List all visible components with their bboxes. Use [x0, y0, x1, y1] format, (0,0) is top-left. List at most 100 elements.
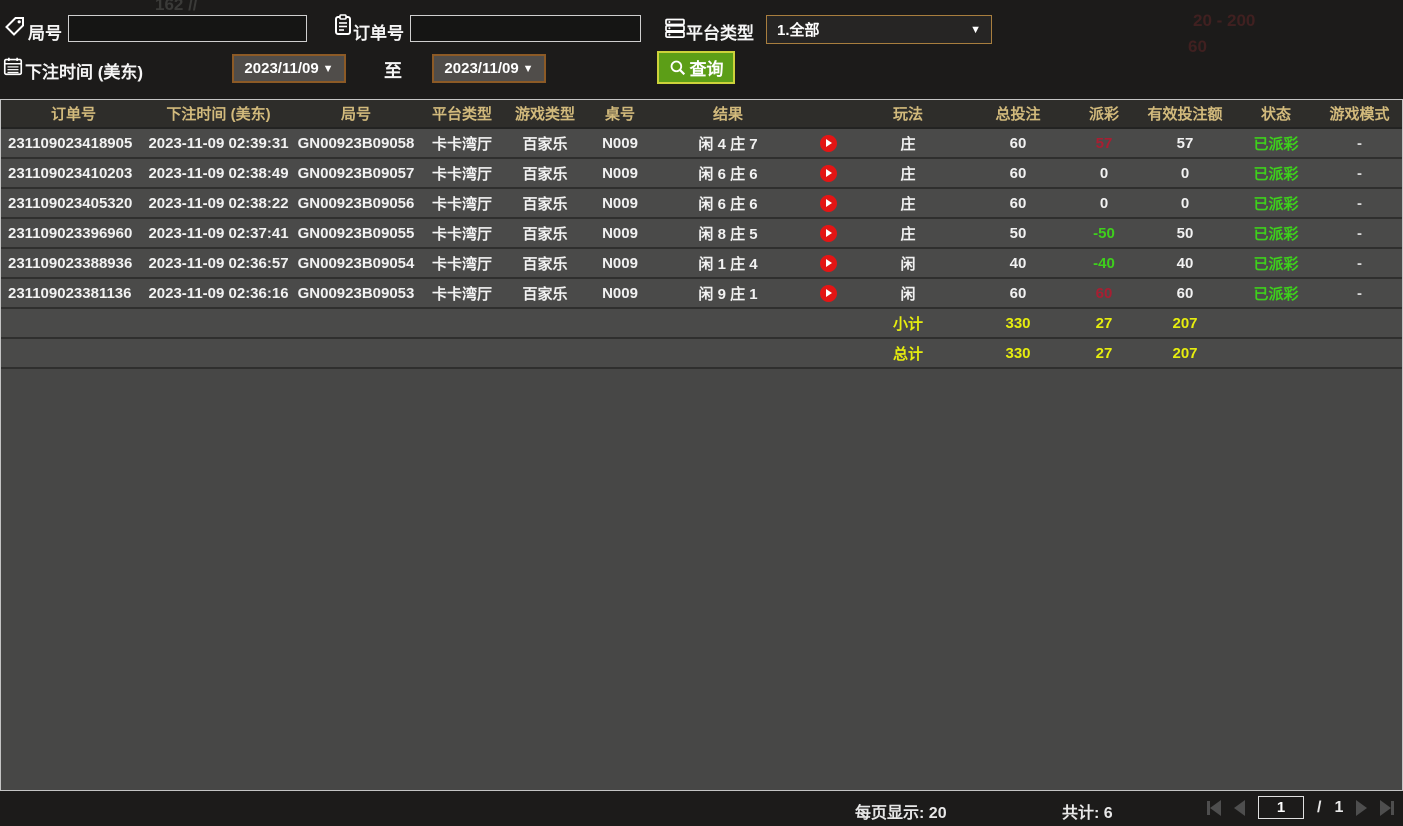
- cell-valid-bet: 0: [1135, 158, 1235, 189]
- play-video-icon[interactable]: [819, 194, 837, 212]
- background-limit-range: 20 - 200: [1193, 11, 1256, 30]
- cell-table-no: N009: [587, 278, 653, 309]
- background-watermark: 162 //: [155, 0, 198, 14]
- platform-select[interactable]: 1.全部 ▼: [766, 15, 992, 44]
- chevron-down-icon: ▼: [522, 62, 534, 75]
- order-input[interactable]: [410, 15, 641, 42]
- cell-video: [803, 278, 853, 309]
- cell-status: 已派彩: [1235, 188, 1317, 219]
- cell-payout: 0: [1073, 158, 1135, 189]
- cell-platform: 卡卡湾厅: [421, 188, 503, 219]
- cell-round-no: GN00923B09054: [291, 248, 421, 279]
- col-order-no: 订单号: [1, 100, 146, 129]
- subtotal-row: 小计 330 27 207: [1, 308, 1402, 339]
- grand-total-payout: 27: [1073, 338, 1135, 369]
- cell-order-no: 231109023405320: [1, 188, 146, 219]
- prev-page-button[interactable]: [1232, 798, 1247, 818]
- cell-total-bet: 50: [963, 218, 1073, 249]
- cell-status: 已派彩: [1235, 128, 1317, 159]
- date-from-picker[interactable]: 2023/11/09 ▼: [232, 54, 346, 83]
- bet-time-label: 下注时间 (美东): [25, 63, 144, 82]
- platform-selected-value: 1.全部: [777, 22, 820, 39]
- total-count-value: 6: [1103, 805, 1113, 822]
- cell-bet-time: 2023-11-09 02:37:41: [146, 218, 291, 249]
- first-page-button[interactable]: [1205, 798, 1223, 818]
- cell-game-type: 百家乐: [503, 278, 587, 309]
- cell-game-type: 百家乐: [503, 128, 587, 159]
- col-game-type: 游戏类型: [503, 100, 587, 129]
- cell-total-bet: 40: [963, 248, 1073, 279]
- cell-platform: 卡卡湾厅: [421, 248, 503, 279]
- play-video-icon[interactable]: [819, 284, 837, 302]
- col-total-bet: 总投注: [963, 100, 1073, 129]
- per-page-label: 每页显示:: [855, 805, 925, 822]
- grand-total-label: 总计: [853, 338, 963, 369]
- records-table: 订单号 下注时间 (美东) 局号 平台类型 游戏类型 桌号 结果 玩法 总投注 …: [0, 99, 1403, 791]
- cell-platform: 卡卡湾厅: [421, 158, 503, 189]
- cell-status: 已派彩: [1235, 218, 1317, 249]
- cell-video: [803, 248, 853, 279]
- cell-order-no: 231109023388936: [1, 248, 146, 279]
- cell-game-type: 百家乐: [503, 188, 587, 219]
- cell-round-no: GN00923B09053: [291, 278, 421, 309]
- table-row: 231109023405320 2023-11-09 02:38:22 GN00…: [1, 188, 1402, 219]
- query-button-label: 查询: [689, 60, 724, 79]
- server-icon: [663, 16, 687, 40]
- round-input[interactable]: [68, 15, 307, 42]
- cell-result: 闲 4 庄 7: [653, 128, 803, 159]
- play-video-icon[interactable]: [819, 254, 837, 272]
- col-valid-bet: 有效投注额: [1135, 100, 1235, 129]
- cell-video: [803, 158, 853, 189]
- cell-result: 闲 1 庄 4: [653, 248, 803, 279]
- date-to-value: 2023/11/09: [444, 60, 519, 77]
- page-separator: /: [1317, 798, 1322, 816]
- cell-video: [803, 188, 853, 219]
- cell-round-no: GN00923B09056: [291, 188, 421, 219]
- cell-play: 闲: [853, 248, 963, 279]
- order-label: 订单号: [353, 24, 404, 43]
- col-bet-time: 下注时间 (美东): [146, 100, 291, 129]
- per-page-value: 20: [928, 805, 947, 822]
- cell-play: 庄: [853, 218, 963, 249]
- cell-payout: 60: [1073, 278, 1135, 309]
- cell-play: 闲: [853, 278, 963, 309]
- pager: / 1: [1205, 796, 1396, 819]
- subtotal-payout: 27: [1073, 308, 1135, 339]
- subtotal-total-bet: 330: [963, 308, 1073, 339]
- cell-play: 庄: [853, 128, 963, 159]
- next-page-button[interactable]: [1354, 798, 1369, 818]
- table-totals: 小计 330 27 207 总计 330 27 207: [1, 308, 1402, 369]
- cell-status: 已派彩: [1235, 158, 1317, 189]
- cell-payout: 57: [1073, 128, 1135, 159]
- table-row: 231109023388936 2023-11-09 02:36:57 GN00…: [1, 248, 1402, 279]
- col-play: 玩法: [853, 100, 963, 129]
- grand-total-row: 总计 330 27 207: [1, 338, 1402, 369]
- cell-game-mode: -: [1317, 158, 1402, 189]
- subtotal-valid-bet: 207: [1135, 308, 1235, 339]
- per-page-text: 每页显示: 20: [855, 799, 947, 823]
- col-game-mode: 游戏模式: [1317, 100, 1402, 129]
- last-page-button[interactable]: [1378, 798, 1396, 818]
- platform-label: 平台类型: [686, 24, 754, 43]
- clipboard-icon: [331, 13, 355, 37]
- date-to-picker[interactable]: 2023/11/09 ▼: [432, 54, 546, 83]
- query-button[interactable]: 查询: [657, 51, 735, 84]
- cell-bet-time: 2023-11-09 02:36:16: [146, 278, 291, 309]
- cell-status: 已派彩: [1235, 248, 1317, 279]
- play-video-icon[interactable]: [819, 134, 837, 152]
- play-video-icon[interactable]: [819, 224, 837, 242]
- col-result: 结果: [653, 100, 803, 129]
- to-label: 至: [384, 61, 402, 81]
- cell-bet-time: 2023-11-09 02:39:31: [146, 128, 291, 159]
- cell-round-no: GN00923B09058: [291, 128, 421, 159]
- col-video: [803, 100, 853, 129]
- cell-table-no: N009: [587, 158, 653, 189]
- cell-valid-bet: 57: [1135, 128, 1235, 159]
- total-count-text: 共计: 6: [1062, 799, 1113, 823]
- cell-bet-time: 2023-11-09 02:36:57: [146, 248, 291, 279]
- cell-table-no: N009: [587, 188, 653, 219]
- cell-game-mode: -: [1317, 278, 1402, 309]
- page-number-input[interactable]: [1258, 796, 1304, 819]
- cell-result: 闲 9 庄 1: [653, 278, 803, 309]
- play-video-icon[interactable]: [819, 164, 837, 182]
